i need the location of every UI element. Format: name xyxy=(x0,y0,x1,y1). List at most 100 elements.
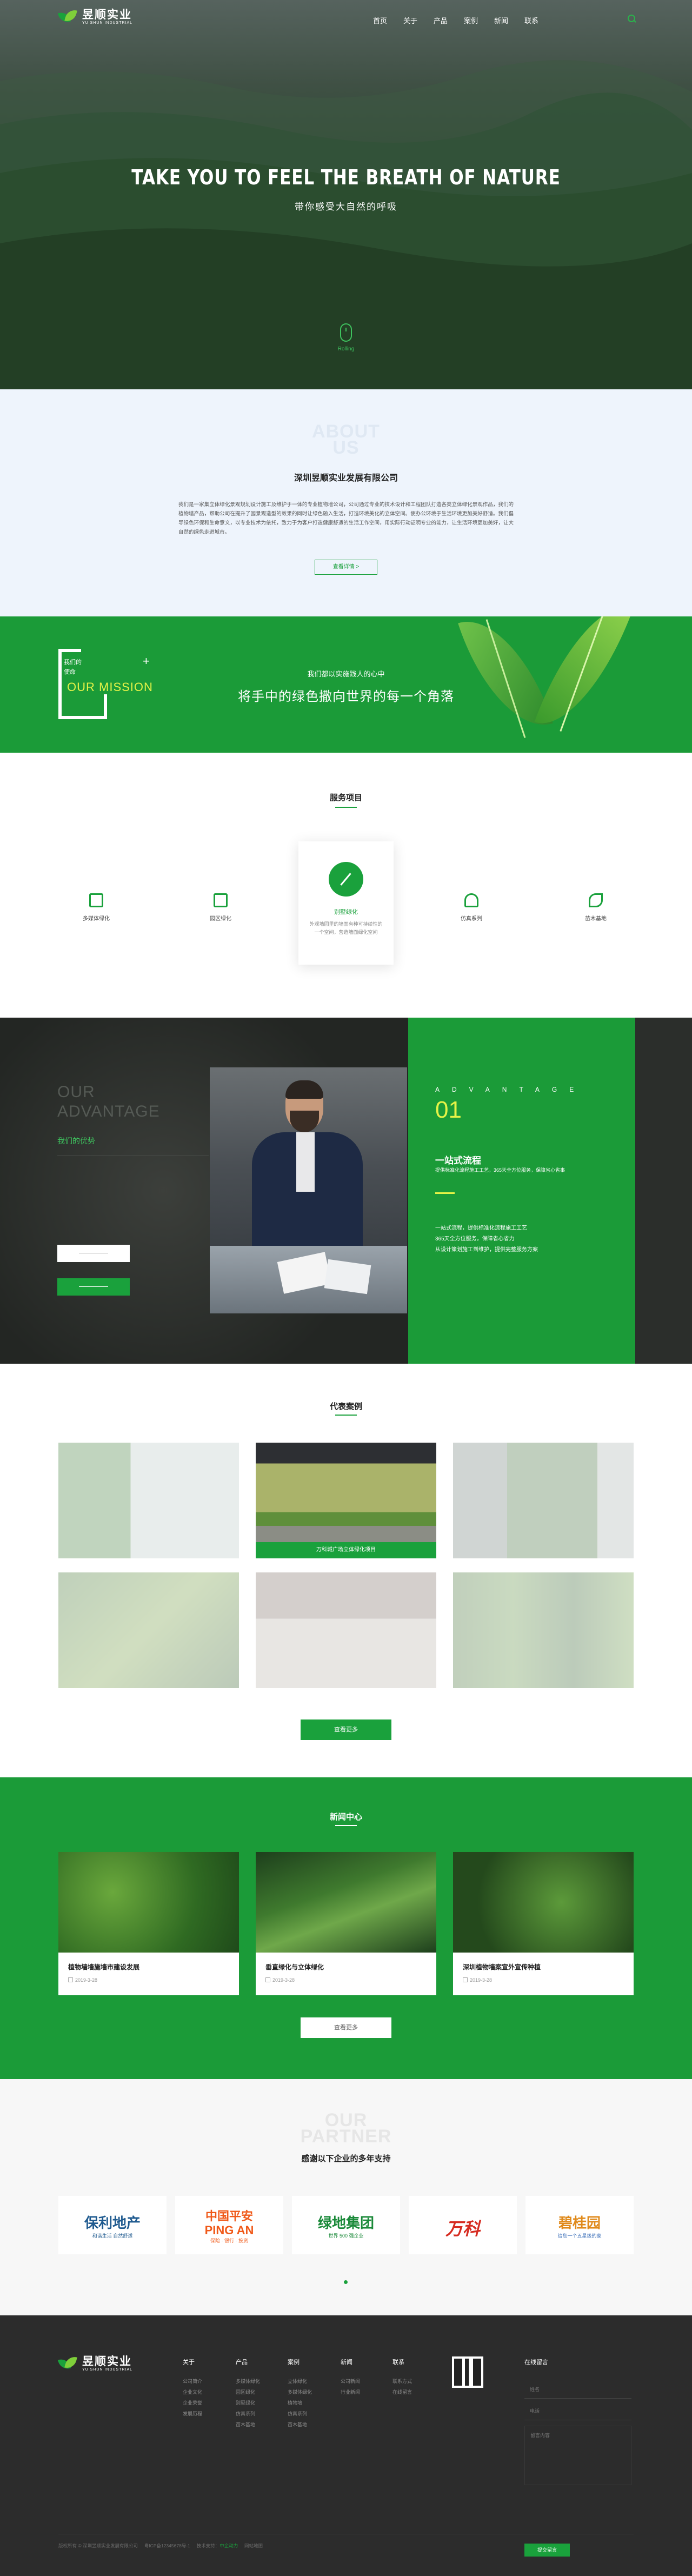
plus-icon: + xyxy=(143,654,150,668)
businessman-photo xyxy=(210,1067,407,1313)
service-item[interactable]: 多媒体绿化 xyxy=(58,893,134,922)
main-menu: 首页 关于 产品 案例 新闻 联系 xyxy=(373,15,555,25)
case-card[interactable] xyxy=(58,1572,239,1688)
icp-link[interactable]: 粤ICP备12345678号-1 xyxy=(144,2543,190,2548)
news-card[interactable]: 植物墙墙施墙市建设发展 2019-3-28 xyxy=(58,1852,239,1995)
sprout-icon xyxy=(589,893,603,907)
footer: 昱顺实业 YU SHUN INDUSTRIAL 关于 公司简介 企业文化 企业荣… xyxy=(0,2315,692,2576)
about-section: ABOUT US 深圳昱顺实业发展有限公司 我们是一家集立体绿化景观规划设计施工… xyxy=(0,389,692,616)
leaf-logo-icon xyxy=(58,9,79,25)
message-heading: 在线留言 xyxy=(524,2359,548,2366)
service-item[interactable]: 仿真系列 xyxy=(434,893,509,922)
brand-name: 昱顺实业 xyxy=(82,2354,132,2368)
copyright-bar: 版权所有 © 深圳昱顺实业发展有限公司 粤ICP备12345678号-1 技术支… xyxy=(58,2543,263,2548)
sitemap-link[interactable]: 网站地图 xyxy=(244,2543,263,2548)
cases-title: 代表案例 xyxy=(329,1402,362,1411)
partner-logo-greenland[interactable]: 绿地集团 世界 500 强企业 xyxy=(292,2196,400,2254)
pen-icon xyxy=(329,862,363,897)
news-date: 2019-3-28 xyxy=(68,1977,97,1983)
hero-subtitle: 带你感受大自然的呼吸 xyxy=(295,202,397,212)
nav-about[interactable]: 关于 xyxy=(403,15,434,25)
phone-input[interactable]: 电话 xyxy=(524,2401,631,2420)
news-headline: 深圳植物墙案宣外宣传种植 xyxy=(463,1963,541,1971)
cases-section: 代表案例 万科城广场立体绿化项目 查看更多 xyxy=(0,1364,692,1777)
news-section: 新闻中心 植物墙墙施墙市建设发展 2019-3-28 垂直绿化与立体绿化 201… xyxy=(0,1777,692,2079)
prev-arrow-button[interactable] xyxy=(57,1245,130,1262)
partner-ghost-text-2: PARTNER xyxy=(300,2126,392,2147)
about-more-button[interactable]: 查看详情 > xyxy=(315,560,377,575)
news-card[interactable]: 深圳植物墙案宣外宣传种植 2019-3-28 xyxy=(453,1852,634,1995)
stamp-icon xyxy=(464,893,478,907)
news-image xyxy=(256,1852,436,1953)
footer-col-news: 新闻 公司新闻 行业新闻 xyxy=(341,2359,361,2395)
service-label: 别墅绿化 xyxy=(334,909,358,915)
footer-col-about: 关于 公司简介 企业文化 企业荣誉 发展历程 xyxy=(183,2359,203,2416)
case-card-active[interactable]: 万科城广场立体绿化项目 xyxy=(256,1443,436,1558)
news-image xyxy=(453,1852,634,1953)
partner-logo-poly[interactable]: 保利地产 和谐生活 自然舒适 xyxy=(58,2196,167,2254)
tech-support-link[interactable]: 中企动力 xyxy=(219,2543,238,2548)
advantage-section: OUR ADVANTAGE 我们的优势 ADVANTAGE 01 一站式流程 提供… xyxy=(0,1018,692,1364)
company-title: 深圳昱顺实业发展有限公司 xyxy=(294,474,398,483)
service-item[interactable]: 苗木基地 xyxy=(558,893,634,922)
calendar-icon xyxy=(68,1977,73,1982)
calendar-icon xyxy=(463,1977,468,1982)
next-arrow-button[interactable] xyxy=(57,1278,130,1296)
scroll-mouse-icon[interactable] xyxy=(340,323,352,342)
case-card[interactable] xyxy=(453,1572,634,1688)
footer-col-cases: 案例 立体绿化 多媒体绿化 植物墙 仿真系列 苗木基地 xyxy=(288,2359,312,2427)
nav-contact[interactable]: 联系 xyxy=(524,15,555,25)
services-title: 服务项目 xyxy=(329,793,362,802)
service-label: 苗木基地 xyxy=(585,916,607,922)
message-textarea[interactable]: 留言内容 xyxy=(524,2426,631,2485)
footer-logo[interactable]: 昱顺实业 YU SHUN INDUSTRIAL xyxy=(58,2355,132,2372)
advantage-spaced-label: ADVANTAGE xyxy=(435,1086,587,1093)
brand-name-en: YU SHUN INDUSTRIAL xyxy=(82,21,133,25)
service-description: 外观墙园里的墙面有种可持续性的一个空间，营造墙面绿化空间 xyxy=(309,921,383,935)
calendar-icon xyxy=(265,1977,270,1982)
service-item-active[interactable]: 别墅绿化 外观墙园里的墙面有种可持续性的一个空间，营造墙面绿化空间 xyxy=(298,841,394,965)
news-card[interactable]: 垂直绿化与立体绿化 2019-3-28 xyxy=(256,1852,436,1995)
hero-banner: 昱顺实业 YU SHUN INDUSTRIAL 首页 关于 产品 案例 新闻 联… xyxy=(0,0,692,389)
scroll-label: Rolling xyxy=(337,346,355,352)
news-title: 新闻中心 xyxy=(329,1813,362,1822)
news-more-button[interactable]: 查看更多 xyxy=(301,2017,391,2038)
case-card[interactable] xyxy=(453,1443,634,1558)
advantage-heading: 一站式流程 xyxy=(435,1156,481,1166)
case-card[interactable] xyxy=(256,1572,436,1688)
partner-logo-pingan[interactable]: 中国平安 PING AN 保险 · 银行 · 投资 xyxy=(175,2196,283,2254)
nav-home[interactable]: 首页 xyxy=(373,15,403,25)
partner-title: 感谢以下企业的多年支持 xyxy=(301,2154,391,2163)
advantage-subheading: 提供标准化流程施工工艺，365天全方位服务，保障省心省事 xyxy=(435,1167,565,1173)
hero-title: TAKE YOU TO FEEL THE BREATH OF NATURE xyxy=(131,165,561,189)
nav-products[interactable]: 产品 xyxy=(434,15,464,25)
partner-logo-countrygarden[interactable]: 碧桂园 给您一个五星级的家 xyxy=(525,2196,634,2254)
news-headline: 垂直绿化与立体绿化 xyxy=(265,1963,324,1971)
news-image xyxy=(58,1852,239,1953)
service-label: 园区绿化 xyxy=(210,916,231,922)
service-label: 多媒体绿化 xyxy=(83,916,110,922)
service-item[interactable]: 园区绿化 xyxy=(183,893,258,922)
advantage-title-cn: 我们的优势 xyxy=(57,1137,95,1145)
case-card[interactable] xyxy=(58,1443,239,1558)
submit-button[interactable]: 提交留言 xyxy=(524,2544,570,2557)
services-section: 服务项目 多媒体绿化 园区绿化 别墅绿化 外观墙园里的墙面有种可持续性的一个空间… xyxy=(0,753,692,1018)
service-label: 仿真系列 xyxy=(461,916,482,922)
nav-cases[interactable]: 案例 xyxy=(464,15,494,25)
footer-col-contact: 联系 联系方式 在线留言 xyxy=(392,2359,412,2395)
nav-news[interactable]: 新闻 xyxy=(494,15,524,25)
mission-section: 我们的 使命 OUR MISSION + 我们都以实施践人的心中 将手中的绿色撒向… xyxy=(0,616,692,753)
news-date: 2019-3-28 xyxy=(463,1977,492,1983)
search-icon[interactable] xyxy=(627,14,637,24)
about-ghost-text-2: US xyxy=(332,437,360,458)
advantage-number: 01 xyxy=(435,1097,462,1123)
carousel-dot[interactable] xyxy=(344,2280,348,2284)
about-description: 我们是一家集立体绿化景观规划设计施工及维护于一体的专业植物墙公司，公司通过专业的… xyxy=(178,502,514,535)
news-headline: 植物墙墙施墙市建设发展 xyxy=(68,1963,140,1971)
cases-more-button[interactable]: 查看更多 xyxy=(301,1719,391,1740)
name-input[interactable]: 姓名 xyxy=(524,2379,631,2399)
brand-logo[interactable]: 昱顺实业 YU SHUN INDUSTRIAL xyxy=(58,9,132,25)
shop-icon xyxy=(214,893,228,907)
partner-logo-vanke[interactable]: 万科 xyxy=(409,2196,517,2254)
leaf-logo-icon xyxy=(58,2356,79,2372)
